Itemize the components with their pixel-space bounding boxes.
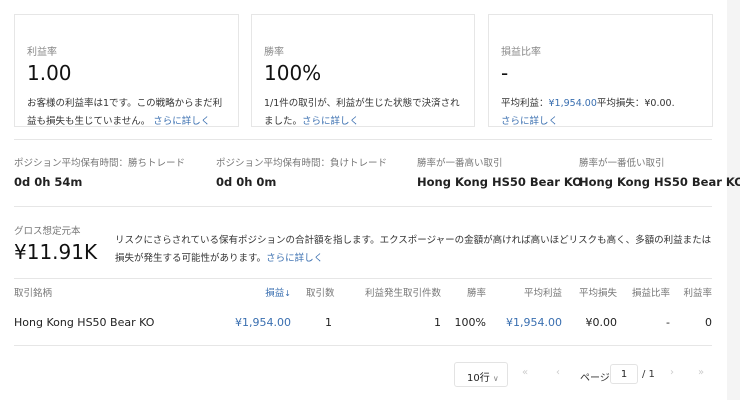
card-label: 利益率: [27, 47, 57, 58]
card-value: 100%: [264, 61, 322, 85]
learn-more-link[interactable]: さらに詳しく: [501, 116, 558, 127]
rows-per-page-select[interactable]: 10行 ∨: [454, 362, 508, 387]
card-label: 損益比率: [501, 47, 541, 58]
cell-pl: ¥1,954.00: [235, 316, 291, 329]
cell-instrument: Hong Kong HS50 Bear KO: [14, 316, 155, 329]
col-pl-ratio[interactable]: 損益比率: [632, 285, 670, 299]
win-rate-card: 勝率 100% 1/1件の取引が、利益が生じた状態で決済されました。さらに詳しく: [251, 14, 475, 127]
cell-win-rate: 100%: [454, 316, 486, 329]
stat-label: ポジション平均保有時間：負けトレード: [216, 158, 388, 169]
stat-value: 0d 0h 0m: [216, 175, 277, 189]
col-profit-factor[interactable]: 利益率: [683, 285, 712, 299]
page-input[interactable]: 1: [610, 364, 638, 384]
desc-text: リスクにさらされている保有ポジションの合計額を指します。エクスポージャーの金額が…: [115, 235, 712, 264]
divider: [14, 278, 712, 279]
desc-text: 1/1件の取引が、利益が生じた状態で決済されました。: [264, 98, 460, 127]
col-avg-loss[interactable]: 平均損失: [579, 285, 617, 299]
card-label: 勝率: [264, 47, 284, 58]
divider: [14, 206, 712, 207]
col-label: 損益: [265, 288, 285, 299]
profit-factor-card: 利益率 1.00 お客様の利益率は1です。この戦略からまだ利益も損失も生じていま…: [14, 14, 239, 127]
stat-worst-trade: 勝率が一番低い取引 Hong Kong HS50 Bear KO: [579, 155, 740, 189]
sort-down-icon: ↓: [284, 289, 291, 298]
learn-more-link[interactable]: さらに詳しく: [302, 116, 359, 127]
next-page-icon[interactable]: ›: [670, 367, 674, 378]
chevron-down-icon: ∨: [492, 374, 499, 383]
learn-more-link[interactable]: さらに詳しく: [153, 116, 210, 127]
stat-value: Hong Kong HS50 Bear KO: [579, 175, 740, 189]
cell-profit-factor: 0: [705, 316, 712, 329]
cell-trades: 1: [325, 316, 332, 329]
stat-win-hold: ポジション平均保有時間：勝ちトレード 0d 0h 54m: [14, 155, 185, 189]
col-pl[interactable]: 損益↓: [265, 285, 291, 299]
col-instrument[interactable]: 取引銘柄: [14, 285, 52, 299]
col-profitable-trades[interactable]: 利益発生取引件数: [365, 285, 441, 299]
gross-label: グロス想定元本: [14, 226, 81, 237]
cell-avg-loss: ¥0.00: [585, 316, 618, 329]
learn-more-link[interactable]: さらに詳しく: [266, 253, 323, 264]
desc-text: 平均損失：¥0.00.: [596, 98, 675, 109]
last-page-icon[interactable]: »: [698, 367, 704, 378]
divider: [14, 345, 712, 346]
prev-page-icon[interactable]: ‹: [556, 367, 560, 378]
card-value: -: [501, 61, 509, 85]
col-win-rate[interactable]: 勝率: [467, 285, 486, 299]
stat-value: 0d 0h 54m: [14, 175, 83, 189]
page-label: ページ: [580, 373, 610, 384]
first-page-icon[interactable]: «: [522, 367, 528, 378]
page-total: / 1: [642, 369, 655, 380]
avg-profit: ¥1,954.00: [548, 98, 597, 109]
card-desc: お客様の利益率は1です。この戦略からまだ利益も損失も生じていません。 さらに詳し…: [27, 95, 230, 131]
gross-desc: リスクにさらされている保有ポジションの合計額を指します。エクスポージャーの金額が…: [115, 232, 715, 268]
gross-value: ¥11.91K: [14, 240, 98, 264]
stat-best-trade: 勝率が一番高い取引 Hong Kong HS50 Bear KO: [417, 155, 582, 189]
cell-profitable: 1: [434, 316, 441, 329]
card-desc: 平均利益：¥1,954.00平均損失：¥0.00. さらに詳しく: [501, 95, 704, 131]
pl-ratio-card: 損益比率 - 平均利益：¥1,954.00平均損失：¥0.00. さらに詳しく: [488, 14, 713, 127]
card-desc: 1/1件の取引が、利益が生じた状態で決済されました。さらに詳しく: [264, 95, 466, 131]
scrollbar[interactable]: [727, 0, 740, 400]
stat-label: 勝率が一番低い取引: [579, 158, 665, 169]
card-value: 1.00: [27, 61, 72, 85]
cell-pl-ratio: -: [666, 316, 670, 329]
col-trades[interactable]: 取引数: [306, 285, 335, 299]
stat-loss-hold: ポジション平均保有時間：負けトレード 0d 0h 0m: [216, 155, 387, 189]
stat-value: Hong Kong HS50 Bear KO: [417, 175, 583, 189]
select-value: 10行: [467, 373, 490, 384]
divider: [14, 139, 712, 140]
stat-label: 勝率が一番高い取引: [417, 158, 503, 169]
desc-text: 平均利益：: [501, 98, 549, 109]
cell-avg-profit: ¥1,954.00: [506, 316, 562, 329]
col-avg-profit[interactable]: 平均利益: [524, 285, 562, 299]
stat-label: ポジション平均保有時間：勝ちトレード: [14, 158, 186, 169]
